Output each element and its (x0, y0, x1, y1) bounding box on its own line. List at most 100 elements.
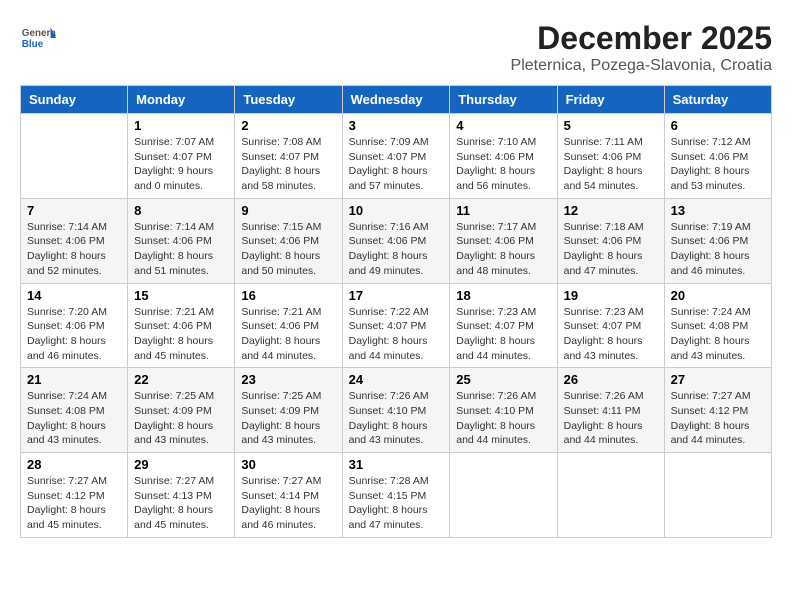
day-of-week-header: Saturday (664, 86, 771, 114)
day-info: Sunrise: 7:09 AMSunset: 4:07 PMDaylight:… (349, 135, 444, 194)
day-number: 21 (27, 372, 121, 387)
day-info: Sunrise: 7:27 AMSunset: 4:14 PMDaylight:… (241, 474, 335, 533)
day-number: 4 (456, 118, 550, 133)
calendar-day-cell: 16Sunrise: 7:21 AMSunset: 4:06 PMDayligh… (235, 283, 342, 368)
day-info: Sunrise: 7:16 AMSunset: 4:06 PMDaylight:… (349, 220, 444, 279)
logo-icon: General Blue (20, 20, 56, 56)
day-info: Sunrise: 7:25 AMSunset: 4:09 PMDaylight:… (241, 389, 335, 448)
calendar-header-row: SundayMondayTuesdayWednesdayThursdayFrid… (21, 86, 772, 114)
day-number: 5 (564, 118, 658, 133)
day-number: 23 (241, 372, 335, 387)
day-number: 17 (349, 288, 444, 303)
day-info: Sunrise: 7:11 AMSunset: 4:06 PMDaylight:… (564, 135, 658, 194)
day-number: 10 (349, 203, 444, 218)
calendar-day-cell (21, 114, 128, 199)
calendar-day-cell: 27 Sunrise: 7:27 AMSunset: 4:12 PMDayligh… (664, 368, 771, 453)
day-number: 24 (349, 372, 444, 387)
day-info: Sunrise: 7:07 AMSunset: 4:07 PMDaylight:… (134, 135, 228, 194)
day-info: Sunrise: 7:08 AMSunset: 4:07 PMDaylight:… (241, 135, 335, 194)
day-number: 18 (456, 288, 550, 303)
day-number: 25 (456, 372, 550, 387)
day-info: Sunrise: 7:25 AMSunset: 4:09 PMDaylight:… (134, 389, 228, 448)
calendar-day-cell: 28 Sunrise: 7:27 AMSunset: 4:12 PMDayligh… (21, 453, 128, 538)
calendar-day-cell: 19 Sunrise: 7:23 AMSunset: 4:07 PMDayligh… (557, 283, 664, 368)
day-info: Sunrise: 7:23 AMSunset: 4:07 PMDaylight:… (564, 305, 658, 364)
day-info: Sunrise: 7:19 AMSunset: 4:06 PMDaylight:… (671, 220, 765, 279)
day-info: Sunrise: 7:14 AMSunset: 4:06 PMDaylight:… (134, 220, 228, 279)
day-info: Sunrise: 7:27 AMSunset: 4:13 PMDaylight:… (134, 474, 228, 533)
day-number: 8 (134, 203, 228, 218)
calendar-day-cell: 1 Sunrise: 7:07 AMSunset: 4:07 PMDaylight… (128, 114, 235, 199)
calendar-day-cell: 14 Sunrise: 7:20 AMSunset: 4:06 PMDayligh… (21, 283, 128, 368)
day-number: 12 (564, 203, 658, 218)
day-number: 27 (671, 372, 765, 387)
calendar-day-cell: 15Sunrise: 7:21 AMSunset: 4:06 PMDayligh… (128, 283, 235, 368)
calendar-day-cell: 26 Sunrise: 7:26 AMSunset: 4:11 PMDayligh… (557, 368, 664, 453)
calendar-day-cell: 29 Sunrise: 7:27 AMSunset: 4:13 PMDayligh… (128, 453, 235, 538)
calendar-day-cell: 10 Sunrise: 7:16 AMSunset: 4:06 PMDayligh… (342, 198, 450, 283)
calendar-day-cell: 12Sunrise: 7:18 AMSunset: 4:06 PMDayligh… (557, 198, 664, 283)
calendar-day-cell: 20 Sunrise: 7:24 AMSunset: 4:08 PMDayligh… (664, 283, 771, 368)
day-info: Sunrise: 7:15 AMSunset: 4:06 PMDaylight:… (241, 220, 335, 279)
day-number: 19 (564, 288, 658, 303)
location-title: Pleternica, Pozega-Slavonia, Croatia (511, 57, 772, 75)
calendar-day-cell: 11Sunrise: 7:17 AMSunset: 4:06 PMDayligh… (450, 198, 557, 283)
calendar-day-cell: 9 Sunrise: 7:15 AMSunset: 4:06 PMDaylight… (235, 198, 342, 283)
calendar-day-cell (557, 453, 664, 538)
day-info: Sunrise: 7:14 AMSunset: 4:06 PMDaylight:… (27, 220, 121, 279)
day-number: 20 (671, 288, 765, 303)
day-info: Sunrise: 7:17 AMSunset: 4:06 PMDaylight:… (456, 220, 550, 279)
calendar-day-cell: 17 Sunrise: 7:22 AMSunset: 4:07 PMDayligh… (342, 283, 450, 368)
day-of-week-header: Wednesday (342, 86, 450, 114)
calendar-week-row: 14 Sunrise: 7:20 AMSunset: 4:06 PMDayligh… (21, 283, 772, 368)
day-number: 9 (241, 203, 335, 218)
day-info: Sunrise: 7:24 AMSunset: 4:08 PMDaylight:… (671, 305, 765, 364)
day-number: 14 (27, 288, 121, 303)
calendar-day-cell: 5 Sunrise: 7:11 AMSunset: 4:06 PMDaylight… (557, 114, 664, 199)
day-number: 6 (671, 118, 765, 133)
calendar-day-cell: 6 Sunrise: 7:12 AMSunset: 4:06 PMDaylight… (664, 114, 771, 199)
day-number: 28 (27, 457, 121, 472)
calendar-day-cell: 3 Sunrise: 7:09 AMSunset: 4:07 PMDaylight… (342, 114, 450, 199)
day-info: Sunrise: 7:10 AMSunset: 4:06 PMDaylight:… (456, 135, 550, 194)
title-block: December 2025 Pleternica, Pozega-Slavoni… (511, 20, 772, 75)
day-info: Sunrise: 7:26 AMSunset: 4:10 PMDaylight:… (456, 389, 550, 448)
day-number: 3 (349, 118, 444, 133)
day-of-week-header: Friday (557, 86, 664, 114)
day-info: Sunrise: 7:21 AMSunset: 4:06 PMDaylight:… (134, 305, 228, 364)
day-info: Sunrise: 7:27 AMSunset: 4:12 PMDaylight:… (27, 474, 121, 533)
svg-text:Blue: Blue (22, 39, 44, 50)
calendar-day-cell: 21 Sunrise: 7:24 AMSunset: 4:08 PMDayligh… (21, 368, 128, 453)
day-info: Sunrise: 7:22 AMSunset: 4:07 PMDaylight:… (349, 305, 444, 364)
calendar-day-cell: 23 Sunrise: 7:25 AMSunset: 4:09 PMDayligh… (235, 368, 342, 453)
day-number: 7 (27, 203, 121, 218)
day-info: Sunrise: 7:24 AMSunset: 4:08 PMDaylight:… (27, 389, 121, 448)
day-of-week-header: Tuesday (235, 86, 342, 114)
day-of-week-header: Monday (128, 86, 235, 114)
calendar-week-row: 21 Sunrise: 7:24 AMSunset: 4:08 PMDayligh… (21, 368, 772, 453)
day-info: Sunrise: 7:28 AMSunset: 4:15 PMDaylight:… (349, 474, 444, 533)
day-number: 22 (134, 372, 228, 387)
page-header: General Blue December 2025 Pleternica, P… (20, 20, 772, 75)
day-info: Sunrise: 7:27 AMSunset: 4:12 PMDaylight:… (671, 389, 765, 448)
calendar-day-cell: 31 Sunrise: 7:28 AMSunset: 4:15 PMDayligh… (342, 453, 450, 538)
calendar-day-cell: 25 Sunrise: 7:26 AMSunset: 4:10 PMDayligh… (450, 368, 557, 453)
day-number: 31 (349, 457, 444, 472)
calendar-day-cell: 22 Sunrise: 7:25 AMSunset: 4:09 PMDayligh… (128, 368, 235, 453)
day-info: Sunrise: 7:26 AMSunset: 4:11 PMDaylight:… (564, 389, 658, 448)
calendar-table: SundayMondayTuesdayWednesdayThursdayFrid… (20, 85, 772, 538)
day-number: 29 (134, 457, 228, 472)
day-number: 26 (564, 372, 658, 387)
calendar-day-cell: 30Sunrise: 7:27 AMSunset: 4:14 PMDayligh… (235, 453, 342, 538)
day-info: Sunrise: 7:23 AMSunset: 4:07 PMDaylight:… (456, 305, 550, 364)
day-number: 13 (671, 203, 765, 218)
calendar-day-cell: 13 Sunrise: 7:19 AMSunset: 4:06 PMDayligh… (664, 198, 771, 283)
day-info: Sunrise: 7:20 AMSunset: 4:06 PMDaylight:… (27, 305, 121, 364)
day-number: 2 (241, 118, 335, 133)
day-of-week-header: Sunday (21, 86, 128, 114)
logo: General Blue (20, 20, 60, 56)
day-of-week-header: Thursday (450, 86, 557, 114)
day-info: Sunrise: 7:12 AMSunset: 4:06 PMDaylight:… (671, 135, 765, 194)
calendar-week-row: 7 Sunrise: 7:14 AMSunset: 4:06 PMDaylight… (21, 198, 772, 283)
day-number: 1 (134, 118, 228, 133)
